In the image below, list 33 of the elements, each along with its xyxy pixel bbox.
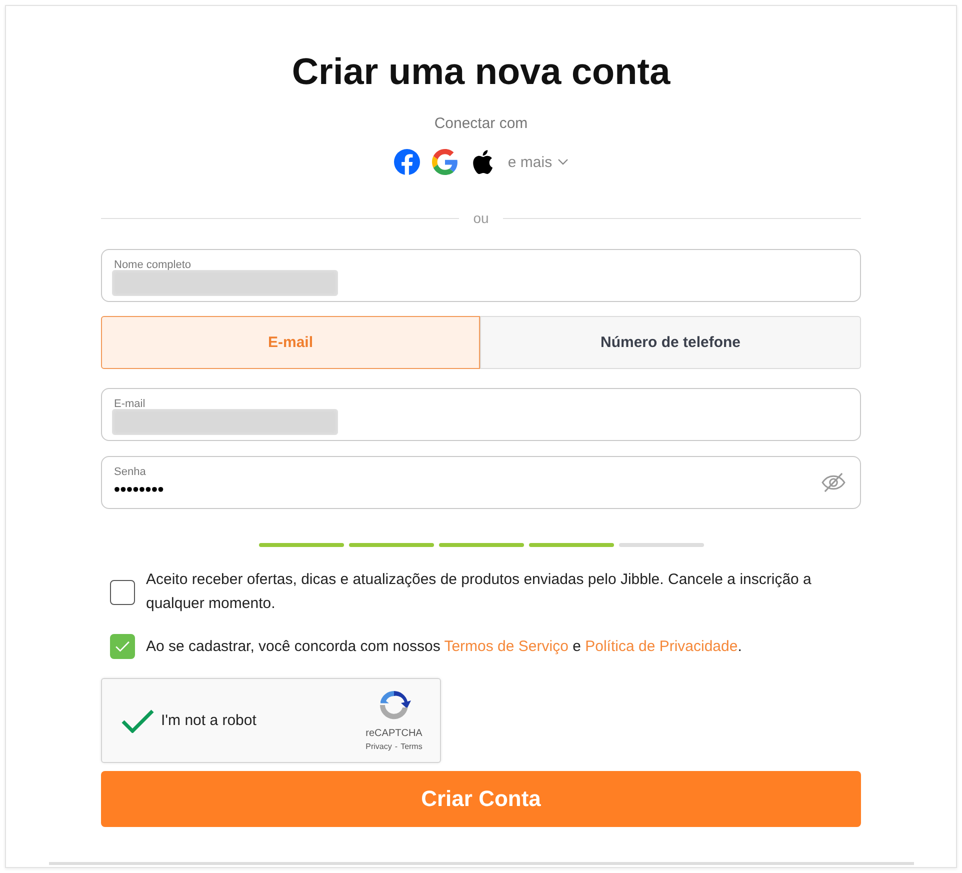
checkmark-icon[interactable] — [121, 708, 154, 732]
captcha-brand: reCAPTCHA — [366, 728, 422, 740]
tab[interactable]: Número de telefone — [480, 316, 861, 369]
name-field[interactable]: Nome completo — [101, 249, 861, 302]
field-label: E-mail — [114, 397, 146, 411]
tab[interactable]: E-mail — [101, 316, 480, 369]
checkbox[interactable] — [110, 580, 135, 604]
submit-button[interactable]: Criar Conta — [101, 771, 861, 827]
captcha-link[interactable]: Privacy — [366, 741, 392, 753]
link-separator: - — [394, 741, 398, 753]
captcha-label: I'm not a robot — [161, 712, 256, 729]
google-icon[interactable] — [432, 149, 458, 175]
password-field[interactable]: Senha •••••••• — [101, 456, 861, 509]
checkmark-icon — [115, 641, 130, 652]
checkbox[interactable] — [110, 634, 135, 659]
field-label: Senha — [114, 465, 146, 479]
field-label: Nome completo — [114, 258, 192, 272]
page-title: Criar uma nova conta — [292, 50, 670, 94]
consent-link[interactable]: Termos de Serviço — [444, 638, 568, 654]
email-field[interactable]: E-mail — [101, 388, 861, 441]
consent-link[interactable]: Política de Privacidade — [585, 638, 738, 654]
apple-icon[interactable] — [472, 150, 493, 174]
facebook-icon[interactable] — [394, 149, 420, 175]
divider-label: ou — [473, 209, 489, 227]
connect-label: Conectar com — [434, 114, 528, 134]
captcha-link[interactable]: Terms — [400, 741, 422, 753]
consent-text: Ao se cadastrar, você concorda com nossos Termos de Serviço e Política de Privacidade. — [146, 636, 742, 656]
consent-text: Aceito receber ofertas, dicas e atualizações de produtos enviadas pelo Jibble. Cancele a inscrição a qualquer momento. — [146, 570, 812, 614]
password-value: •••••••• — [114, 480, 164, 500]
eye-slash-icon[interactable] — [821, 472, 846, 493]
recaptcha-icon — [377, 688, 411, 722]
chevron-down-icon — [558, 159, 568, 165]
more-options-button[interactable]: e mais — [508, 154, 568, 170]
